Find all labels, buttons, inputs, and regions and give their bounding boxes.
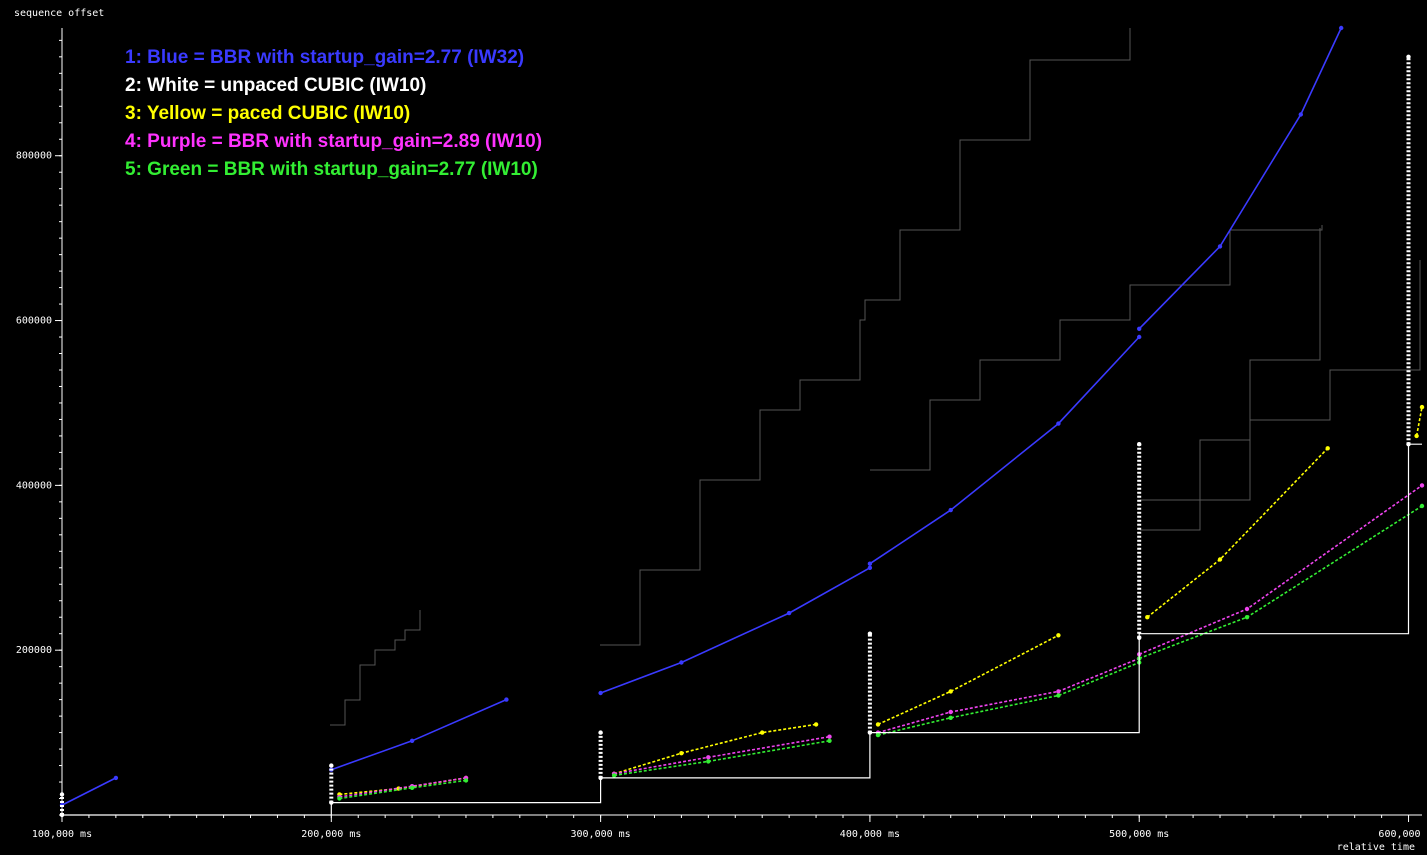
y-tick-label: 200000	[16, 645, 52, 656]
data-point	[1419, 483, 1425, 488]
data-point	[875, 722, 881, 727]
data-point	[1137, 326, 1142, 331]
data-point	[409, 738, 415, 743]
data-point	[598, 690, 603, 696]
x-tick-label: 600,000 ms	[1378, 829, 1427, 840]
data-point	[760, 730, 765, 735]
background-trace	[1140, 260, 1421, 501]
series-line	[869, 336, 1140, 565]
data-point	[1137, 334, 1142, 340]
data-point	[867, 561, 873, 566]
data-point	[948, 689, 953, 694]
data-point	[1244, 606, 1250, 612]
data-point	[1217, 557, 1223, 562]
data-point	[1137, 442, 1142, 447]
data-point	[598, 730, 603, 735]
data-point	[1298, 112, 1304, 117]
series-line	[339, 777, 467, 796]
background-trace	[330, 610, 421, 726]
data-point	[1414, 433, 1419, 439]
series-line	[877, 634, 1059, 726]
legend-entry-blue: 1: Blue = BBR with startup_gain=2.77 (IW…	[125, 47, 525, 68]
data-point	[948, 507, 953, 513]
data-point	[827, 734, 832, 739]
data-point	[1339, 25, 1344, 31]
y-axis-label: sequence offset	[14, 8, 105, 19]
x-tick-label: 300,000 ms	[571, 829, 631, 840]
data-point	[786, 610, 792, 616]
x-tick-label: 200,000 ms	[301, 829, 361, 840]
data-point	[679, 751, 684, 756]
data-point	[827, 738, 832, 743]
series-line	[613, 723, 817, 775]
series-line	[1146, 447, 1329, 618]
series-line	[1138, 27, 1342, 330]
series-line	[339, 779, 467, 800]
data-point	[1056, 633, 1061, 638]
data-point	[611, 773, 617, 778]
series-line	[61, 777, 117, 806]
series-line	[877, 661, 1140, 736]
data-point	[1056, 689, 1061, 694]
data-point	[1406, 54, 1411, 59]
data-point	[113, 775, 119, 781]
data-point	[813, 722, 819, 727]
data-point	[1325, 446, 1330, 451]
data-point	[948, 715, 953, 720]
legend-entry-green: 5: Green = BBR with startup_gain=2.77 (I…	[125, 159, 538, 180]
data-point	[504, 697, 509, 702]
series-line	[1138, 505, 1423, 660]
data-point	[867, 565, 873, 570]
series-line	[600, 567, 871, 694]
data-point	[329, 763, 334, 768]
series-line	[877, 657, 1140, 734]
data-point	[1244, 615, 1250, 620]
x-axis-label: relative time	[1336, 842, 1415, 853]
x-tick-label: 400,000 ms	[840, 829, 900, 840]
data-point	[1056, 421, 1061, 426]
data-point	[948, 709, 953, 715]
series-line	[1415, 406, 1423, 437]
data-point	[706, 755, 711, 760]
legend: 1: Blue = BBR with startup_gain=2.77 (IW…	[125, 44, 542, 184]
data-point	[463, 778, 469, 783]
data-point	[59, 792, 65, 797]
y-tick-label: 600000	[16, 316, 52, 327]
series-line	[1138, 484, 1423, 656]
y-tick-label: 400000	[16, 480, 52, 491]
background-trace	[600, 28, 1131, 646]
data-point	[1419, 503, 1425, 509]
legend-entry-purple: 4: Purple = BBR with startup_gain=2.89 (…	[125, 131, 543, 152]
series-line	[613, 740, 830, 777]
background-trace	[870, 225, 1323, 471]
data-point	[1217, 244, 1223, 249]
data-point	[1145, 615, 1150, 620]
data-point	[1419, 404, 1425, 410]
data-point	[867, 631, 873, 636]
y-tick-label: 800000	[16, 151, 52, 162]
data-point	[706, 759, 711, 764]
data-point	[875, 732, 881, 738]
data-point	[679, 660, 684, 665]
legend-entry-white: 2: White = unpaced CUBIC (IW10)	[125, 75, 427, 96]
x-tick-label: 100,000 ms	[32, 829, 92, 840]
tick-labels: 200000 400000 600000 800000 100,000 ms 200,00…	[16, 151, 1427, 840]
series-line	[339, 777, 467, 798]
x-tick-label: 500,000 ms	[1109, 829, 1169, 840]
series-line	[331, 698, 507, 771]
data-point	[409, 785, 415, 790]
data-point	[337, 796, 342, 801]
data-point	[1056, 693, 1061, 698]
legend-entry-yellow: 3: Yellow = paced CUBIC (IW10)	[125, 103, 411, 124]
